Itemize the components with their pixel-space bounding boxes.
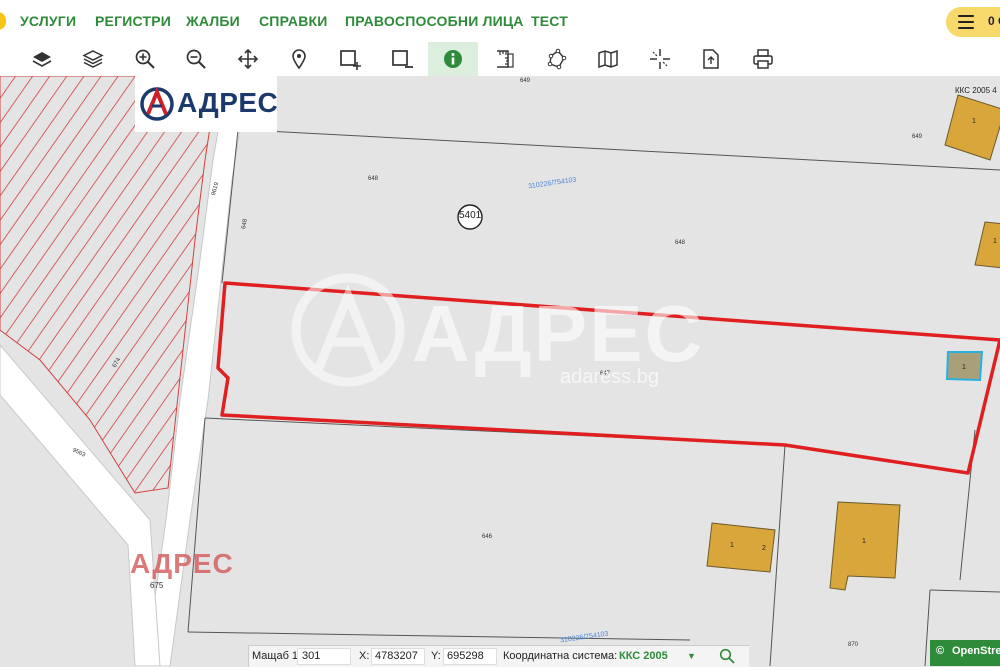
logo-brand-text: АДРЕС (177, 87, 279, 118)
crs-label: Координатна система: (503, 650, 618, 662)
top-navigation: УСЛУГИ РЕГИСТРИ ЖАЛБИ СПРАВКИ ПРАВОСПОСО… (0, 0, 1000, 43)
layers-icon (82, 50, 104, 68)
add-area-button[interactable] (325, 42, 375, 76)
building-label: 1 (972, 118, 976, 125)
cadastral-label: 646 (482, 534, 493, 540)
base-layers-icon (32, 52, 52, 67)
building-label: 1 (962, 364, 966, 371)
cadastral-label: 675 (150, 581, 164, 590)
map-toolbar (0, 42, 1000, 77)
menu-count: 0 С (988, 14, 1000, 28)
building-label: 1 (993, 238, 997, 245)
nav-item-reports[interactable]: СПРАВКИ (259, 13, 328, 29)
info-button[interactable] (428, 42, 478, 76)
zoom-in-icon (135, 49, 155, 69)
crs-select[interactable]: ККС 2005 (619, 650, 668, 662)
zoom-out-icon (186, 49, 206, 69)
map-status-bar: Мащаб 1: 301 X: 4783207 Y: 695298 Коорди… (248, 645, 749, 667)
export-button[interactable] (686, 42, 736, 76)
cadastral-label: 648 (675, 240, 686, 246)
map-button[interactable] (583, 42, 633, 76)
nav-item-registers[interactable]: РЕГИСТРИ (95, 13, 171, 29)
info-icon (444, 50, 462, 68)
pan-icon (237, 48, 259, 70)
building-label: 1 (730, 542, 734, 549)
y-coordinate-field: 695298 (443, 648, 497, 665)
search-icon[interactable] (719, 648, 735, 664)
x-value: 4783207 (375, 650, 418, 662)
nav-item-test[interactable]: ТЕСТ (531, 13, 568, 29)
cadastral-label: 648 (368, 176, 379, 182)
location-button[interactable] (274, 42, 324, 76)
add-area-icon (340, 50, 361, 70)
scale-label: Мащаб 1: (252, 650, 302, 662)
dropdown-arrow-icon[interactable]: ▼ (687, 651, 696, 661)
menu-button[interactable]: 0 С (946, 7, 1000, 37)
measure-area-icon (497, 50, 514, 68)
zoom-in-button[interactable] (120, 42, 170, 76)
remove-area-icon (392, 50, 413, 68)
copyright-icon: © (936, 645, 945, 657)
crosshair-icon (650, 49, 670, 69)
nav-item-complaints[interactable]: ЖАЛБИ (186, 13, 240, 29)
logo-mark-icon (140, 86, 174, 121)
scale-field[interactable]: 301 (297, 648, 351, 665)
x-coordinate-field: 4783207 (371, 648, 425, 665)
overlay-brand-text: АДРЕС (130, 548, 234, 579)
hamburger-icon (958, 15, 974, 29)
map-icon (598, 49, 618, 69)
cadastral-label: 649 (520, 78, 531, 84)
crosshair-button[interactable] (635, 42, 685, 76)
pan-button[interactable] (223, 42, 273, 76)
print-button[interactable] (738, 42, 788, 76)
cadastral-label: 649 (912, 134, 923, 140)
building-label: 2 (762, 545, 766, 552)
nav-item-licensed-persons[interactable]: ПРАВОСПОСОБНИ ЛИЦА (345, 13, 524, 29)
cadastral-label: 870 (848, 642, 859, 648)
watermark-domain: adaress.bg (560, 366, 659, 388)
map-attribution: © OpenStreet (930, 640, 1000, 666)
polygon-button[interactable] (532, 42, 582, 76)
polygon-icon (547, 48, 567, 70)
remove-area-button[interactable] (377, 42, 427, 76)
x-label: X: (359, 650, 370, 662)
brand-logo[interactable]: АДРЕС (135, 76, 279, 132)
layers-button[interactable] (68, 42, 118, 76)
scale-value: 301 (302, 650, 321, 662)
building (829, 501, 901, 591)
base-layers-button[interactable] (17, 42, 67, 76)
y-value: 695298 (447, 650, 484, 662)
building-label: 1 (862, 538, 866, 545)
print-icon (753, 49, 773, 69)
attribution-text[interactable]: OpenStreet (952, 645, 1000, 657)
location-pin-icon (292, 49, 306, 70)
y-label: Y: (431, 650, 441, 662)
logo-dot[interactable] (0, 12, 6, 30)
crs-corner-label: ККС 2005 4 (955, 86, 997, 95)
export-icon (703, 49, 719, 69)
watermark-brand: АДРЕС (412, 289, 705, 378)
measure-area-button[interactable] (480, 42, 530, 76)
zoom-out-button[interactable] (171, 42, 221, 76)
nav-item-services[interactable]: УСЛУГИ (20, 13, 76, 29)
map-canvas[interactable]: ККС 2005 4 5401 649 648 648 648 649 647 … (0, 76, 1000, 666)
parcel-number: 5401 (459, 210, 482, 221)
